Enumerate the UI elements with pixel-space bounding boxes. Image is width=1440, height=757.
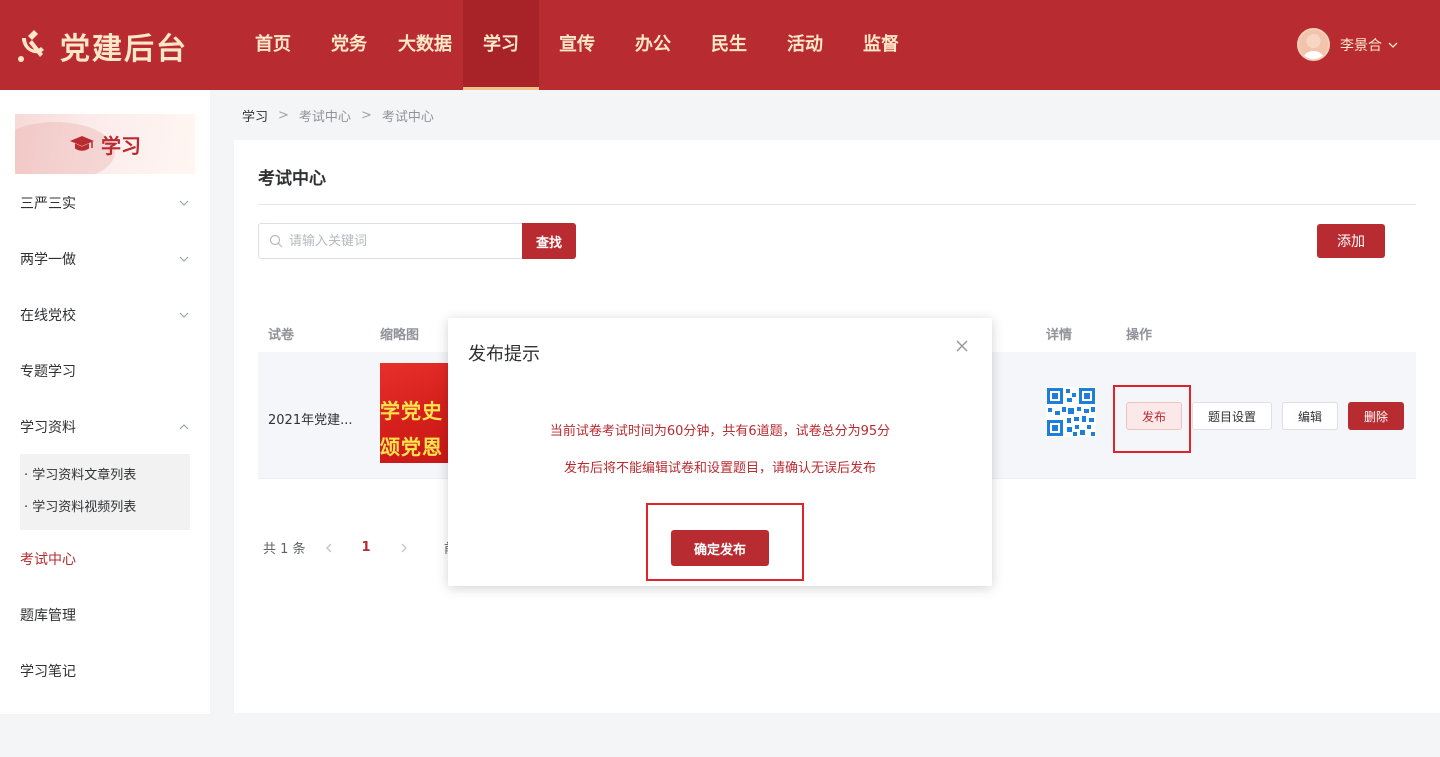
sidebar-item-label: 题库管理: [20, 608, 76, 624]
nav-big-data[interactable]: 大数据: [387, 0, 463, 90]
submenu-item-article-list[interactable]: · 学习资料文章列表: [20, 460, 190, 492]
add-button[interactable]: 添加: [1317, 224, 1385, 258]
chevron-down-icon: [179, 312, 189, 318]
user-menu[interactable]: 李景合: [1297, 28, 1398, 61]
search-button[interactable]: 查找: [522, 223, 576, 259]
search-icon: [269, 234, 283, 248]
logo[interactable]: 党建后台: [14, 26, 188, 67]
party-emblem-icon: [18, 30, 44, 62]
chevron-down-icon: [179, 256, 189, 262]
sidebar-item-label: 专题学习: [20, 364, 76, 380]
publish-highlight-box: [1113, 385, 1191, 453]
close-icon[interactable]: [954, 338, 970, 354]
sidebar-item-topic-study[interactable]: 专题学习: [0, 343, 210, 399]
sidebar-item-label: 学习笔记: [20, 664, 76, 680]
confirm-highlight-box: [646, 503, 804, 581]
divider: [258, 204, 1416, 205]
sidebar-banner-title: 学习: [101, 133, 141, 158]
nav-party-affairs[interactable]: 党务: [311, 0, 387, 90]
nav-activities[interactable]: 活动: [767, 0, 843, 90]
graduation-cap-icon: [70, 136, 94, 151]
nav-office[interactable]: 办公: [615, 0, 691, 90]
sidebar-item-label: 学习资料: [20, 420, 76, 436]
avatar[interactable]: [1297, 28, 1330, 61]
sidebar-item-three-stricts[interactable]: 三严三实: [0, 175, 210, 231]
search-input[interactable]: [289, 233, 509, 249]
sidebar-item-online-school[interactable]: 在线党校: [0, 287, 210, 343]
exam-paper-name: 2021年党建...: [268, 413, 353, 428]
nav-study[interactable]: 学习: [463, 0, 539, 90]
sidebar-item-label: 三严三实: [20, 196, 76, 212]
dialog-message-summary: 当前试卷考试时间为60分钟，共有6道题，试卷总分为95分: [549, 424, 891, 439]
breadcrumb-item-exam-center[interactable]: 考试中心: [299, 106, 351, 125]
footer-background: [0, 714, 1440, 757]
sidebar-item-label: 在线党校: [20, 308, 76, 324]
column-header-details: 详情: [1046, 328, 1073, 343]
user-name[interactable]: 李景合: [1340, 35, 1382, 55]
dialog-message-warning: 发布后将不能编辑试卷和设置题目，请确认无误后发布: [563, 461, 876, 476]
chevron-up-icon: [179, 424, 189, 430]
pagination-page-1[interactable]: 1: [362, 540, 371, 555]
sidebar-item-study-materials[interactable]: 学习资料: [0, 399, 210, 455]
edit-button[interactable]: 编辑: [1282, 402, 1338, 430]
thumbnail-text-line-2: 颂党恩 作: [380, 435, 450, 459]
qr-code-icon[interactable]: [1046, 387, 1096, 437]
chevron-down-icon: [179, 200, 189, 206]
main-nav: 首页 党务 大数据 学习 宣传 办公 民生 活动 监督: [235, 0, 919, 90]
chevron-down-icon[interactable]: [1388, 40, 1398, 50]
question-settings-button[interactable]: 题目设置: [1192, 402, 1272, 430]
sidebar-item-exam-center[interactable]: 考试中心: [0, 531, 210, 587]
breadcrumb-item-current: 考试中心: [381, 110, 434, 125]
dialog-title: 发布提示: [468, 344, 540, 365]
pagination-total: 共 1 条: [263, 542, 306, 557]
delete-button[interactable]: 删除: [1348, 402, 1404, 430]
chevron-left-icon[interactable]: [324, 542, 334, 554]
exam-thumbnail-image: 学党史 知 颂党恩 作: [380, 363, 450, 463]
sidebar-item-study-notes[interactable]: 学习笔记: [0, 643, 210, 699]
submenu-study-materials: · 学习资料文章列表 · 学习资料视频列表: [20, 454, 190, 530]
pagination: 共 1 条 1 前: [263, 538, 457, 557]
breadcrumb-separator-icon: >: [278, 108, 289, 123]
nav-publicity[interactable]: 宣传: [539, 0, 615, 90]
nav-home[interactable]: 首页: [235, 0, 311, 90]
breadcrumb-separator-icon: >: [360, 108, 372, 123]
thumbnail-text-line-1: 学党史 知: [380, 399, 450, 423]
submenu-item-video-list[interactable]: · 学习资料视频列表: [20, 492, 190, 524]
app-title: 党建后台: [60, 32, 188, 67]
sidebar-item-label: 两学一做: [20, 252, 76, 268]
nav-supervision[interactable]: 监督: [843, 0, 919, 90]
column-header-thumbnail: 缩略图: [380, 328, 420, 343]
sidebar-banner: 学习: [15, 114, 195, 174]
sidebar-item-question-bank[interactable]: 题库管理: [0, 587, 210, 643]
sidebar-item-label: 考试中心: [20, 552, 76, 568]
breadcrumb-item-study[interactable]: 学习: [242, 106, 268, 125]
column-header-actions: 操作: [1126, 328, 1153, 343]
search-box[interactable]: [258, 223, 522, 259]
chevron-right-icon[interactable]: [399, 542, 409, 554]
breadcrumb: 学习 > 考试中心 > 考试中心: [242, 106, 434, 125]
top-navbar: 党建后台 首页 党务 大数据 学习 宣传 办公 民生 活动 监督 李景合: [0, 0, 1440, 90]
nav-livelihood[interactable]: 民生: [691, 0, 767, 90]
sidebar: 学习 三严三实 两学一做 在线党校 专题学习 学习资料 · 学习资料文章列表 ·…: [0, 90, 210, 714]
sidebar-item-two-studies[interactable]: 两学一做: [0, 231, 210, 287]
column-header-paper: 试卷: [268, 328, 295, 343]
page-title: 考试中心: [258, 169, 326, 189]
